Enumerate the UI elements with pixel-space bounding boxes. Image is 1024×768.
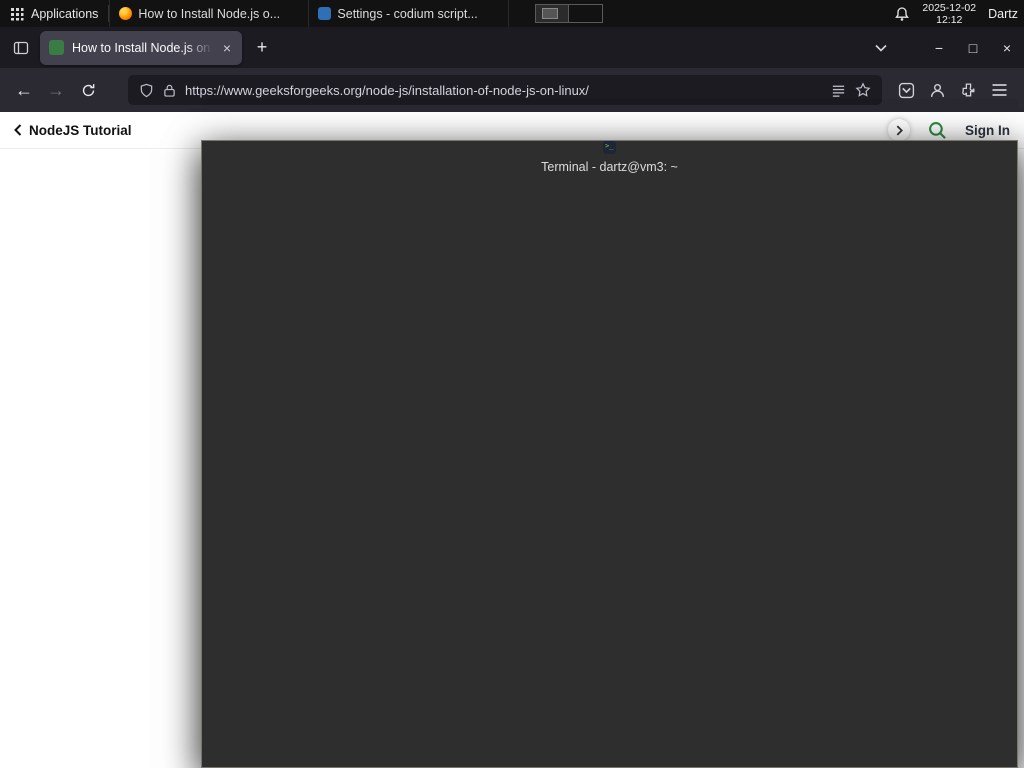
tab-title: How to Install Node.js on... <box>72 40 213 55</box>
mini-window-icon <box>542 8 559 19</box>
nav-primary-label: NodeJS Tutorial <box>29 122 132 138</box>
tab-strip: How to Install Node.js on... × + − □ × <box>0 27 1024 68</box>
applications-menu-button[interactable]: Applications <box>0 0 108 27</box>
taskbar-window-list: How to Install Node.js o... Settings - c… <box>109 0 1018 768</box>
tabstrip-right-controls: − □ × <box>866 27 1024 68</box>
search-icon[interactable] <box>928 121 947 140</box>
menu-hamburger-icon[interactable] <box>991 83 1008 97</box>
reload-button[interactable] <box>72 74 104 106</box>
clock-date: 2025-12-02 <box>922 1 977 14</box>
nav-right-group: Sign In <box>888 119 1010 141</box>
workspace-switcher[interactable] <box>535 4 604 23</box>
window-app-icon <box>119 7 133 20</box>
url-text[interactable]: https://www.geeksforgeeks.org/node-js/in… <box>185 83 822 98</box>
system-taskbar: Applications How to Install Node.js o...… <box>0 0 1024 768</box>
window-title: Settings - codium script... <box>337 6 478 21</box>
taskbar-window-button[interactable]: How to Install Node.js o... <box>109 0 310 27</box>
new-tab-button[interactable]: + <box>248 34 276 62</box>
list-all-tabs-button[interactable] <box>866 33 896 63</box>
lock-icon[interactable] <box>163 83 176 98</box>
reader-view-icon[interactable] <box>831 83 846 98</box>
browser-tab[interactable]: How to Install Node.js on... × <box>40 30 242 65</box>
nav-scroll-right-button[interactable] <box>888 119 910 141</box>
forward-button[interactable]: → <box>40 74 72 106</box>
workspace-1[interactable] <box>536 5 570 22</box>
tab-favicon <box>49 40 64 55</box>
applications-label: Applications <box>31 6 99 21</box>
session-user-label[interactable]: Dartz <box>988 7 1018 21</box>
applications-grid-icon <box>11 7 24 20</box>
sign-in-link[interactable]: Sign In <box>965 123 1010 138</box>
window-app-icon <box>318 7 332 20</box>
url-bar[interactable]: https://www.geeksforgeeks.org/node-js/in… <box>128 75 882 105</box>
browser-close-button[interactable]: × <box>990 27 1024 68</box>
bookmark-star-icon[interactable] <box>855 82 871 98</box>
reload-icon <box>82 83 94 96</box>
nav-primary-item[interactable]: NodeJS Tutorial <box>14 123 132 138</box>
back-button[interactable]: ← <box>8 74 40 106</box>
account-icon[interactable] <box>929 82 946 99</box>
toolbar-right-icons <box>896 82 1016 99</box>
chevron-right-icon <box>896 125 903 135</box>
tracking-protection-shield-icon[interactable] <box>139 83 154 98</box>
browser-minimize-button[interactable]: − <box>922 27 956 68</box>
firefox-view-button[interactable] <box>6 33 36 63</box>
browser-maximize-button[interactable]: □ <box>956 27 990 68</box>
notification-bell-icon[interactable] <box>894 6 910 22</box>
chevron-left-icon <box>14 124 22 136</box>
tab-close-icon[interactable]: × <box>221 40 233 56</box>
clock[interactable]: 2025-12-02 12:12 <box>922 2 976 26</box>
taskbar-window-button[interactable]: Settings - codium script... <box>309 0 510 27</box>
clock-time: 12:12 <box>936 13 963 26</box>
window-title: Terminal - dartz@vm3: ~ <box>541 160 678 174</box>
firefox-view-icon <box>13 41 29 54</box>
extensions-puzzle-icon[interactable] <box>960 82 977 99</box>
taskbar-status-area: 2025-12-02 12:12 Dartz <box>894 0 1024 27</box>
window-app-icon <box>603 141 616 154</box>
workspace-2[interactable] <box>569 5 602 22</box>
window-title: How to Install Node.js o... <box>138 6 281 21</box>
navigation-toolbar: ← → https://www.geeksforgeeks.org/node-j… <box>0 68 1024 112</box>
taskbar-window-button[interactable]: Terminal - dartz@vm3: ~ <box>201 140 1018 768</box>
pocket-icon[interactable] <box>898 82 915 99</box>
chevron-down-icon <box>875 44 887 52</box>
